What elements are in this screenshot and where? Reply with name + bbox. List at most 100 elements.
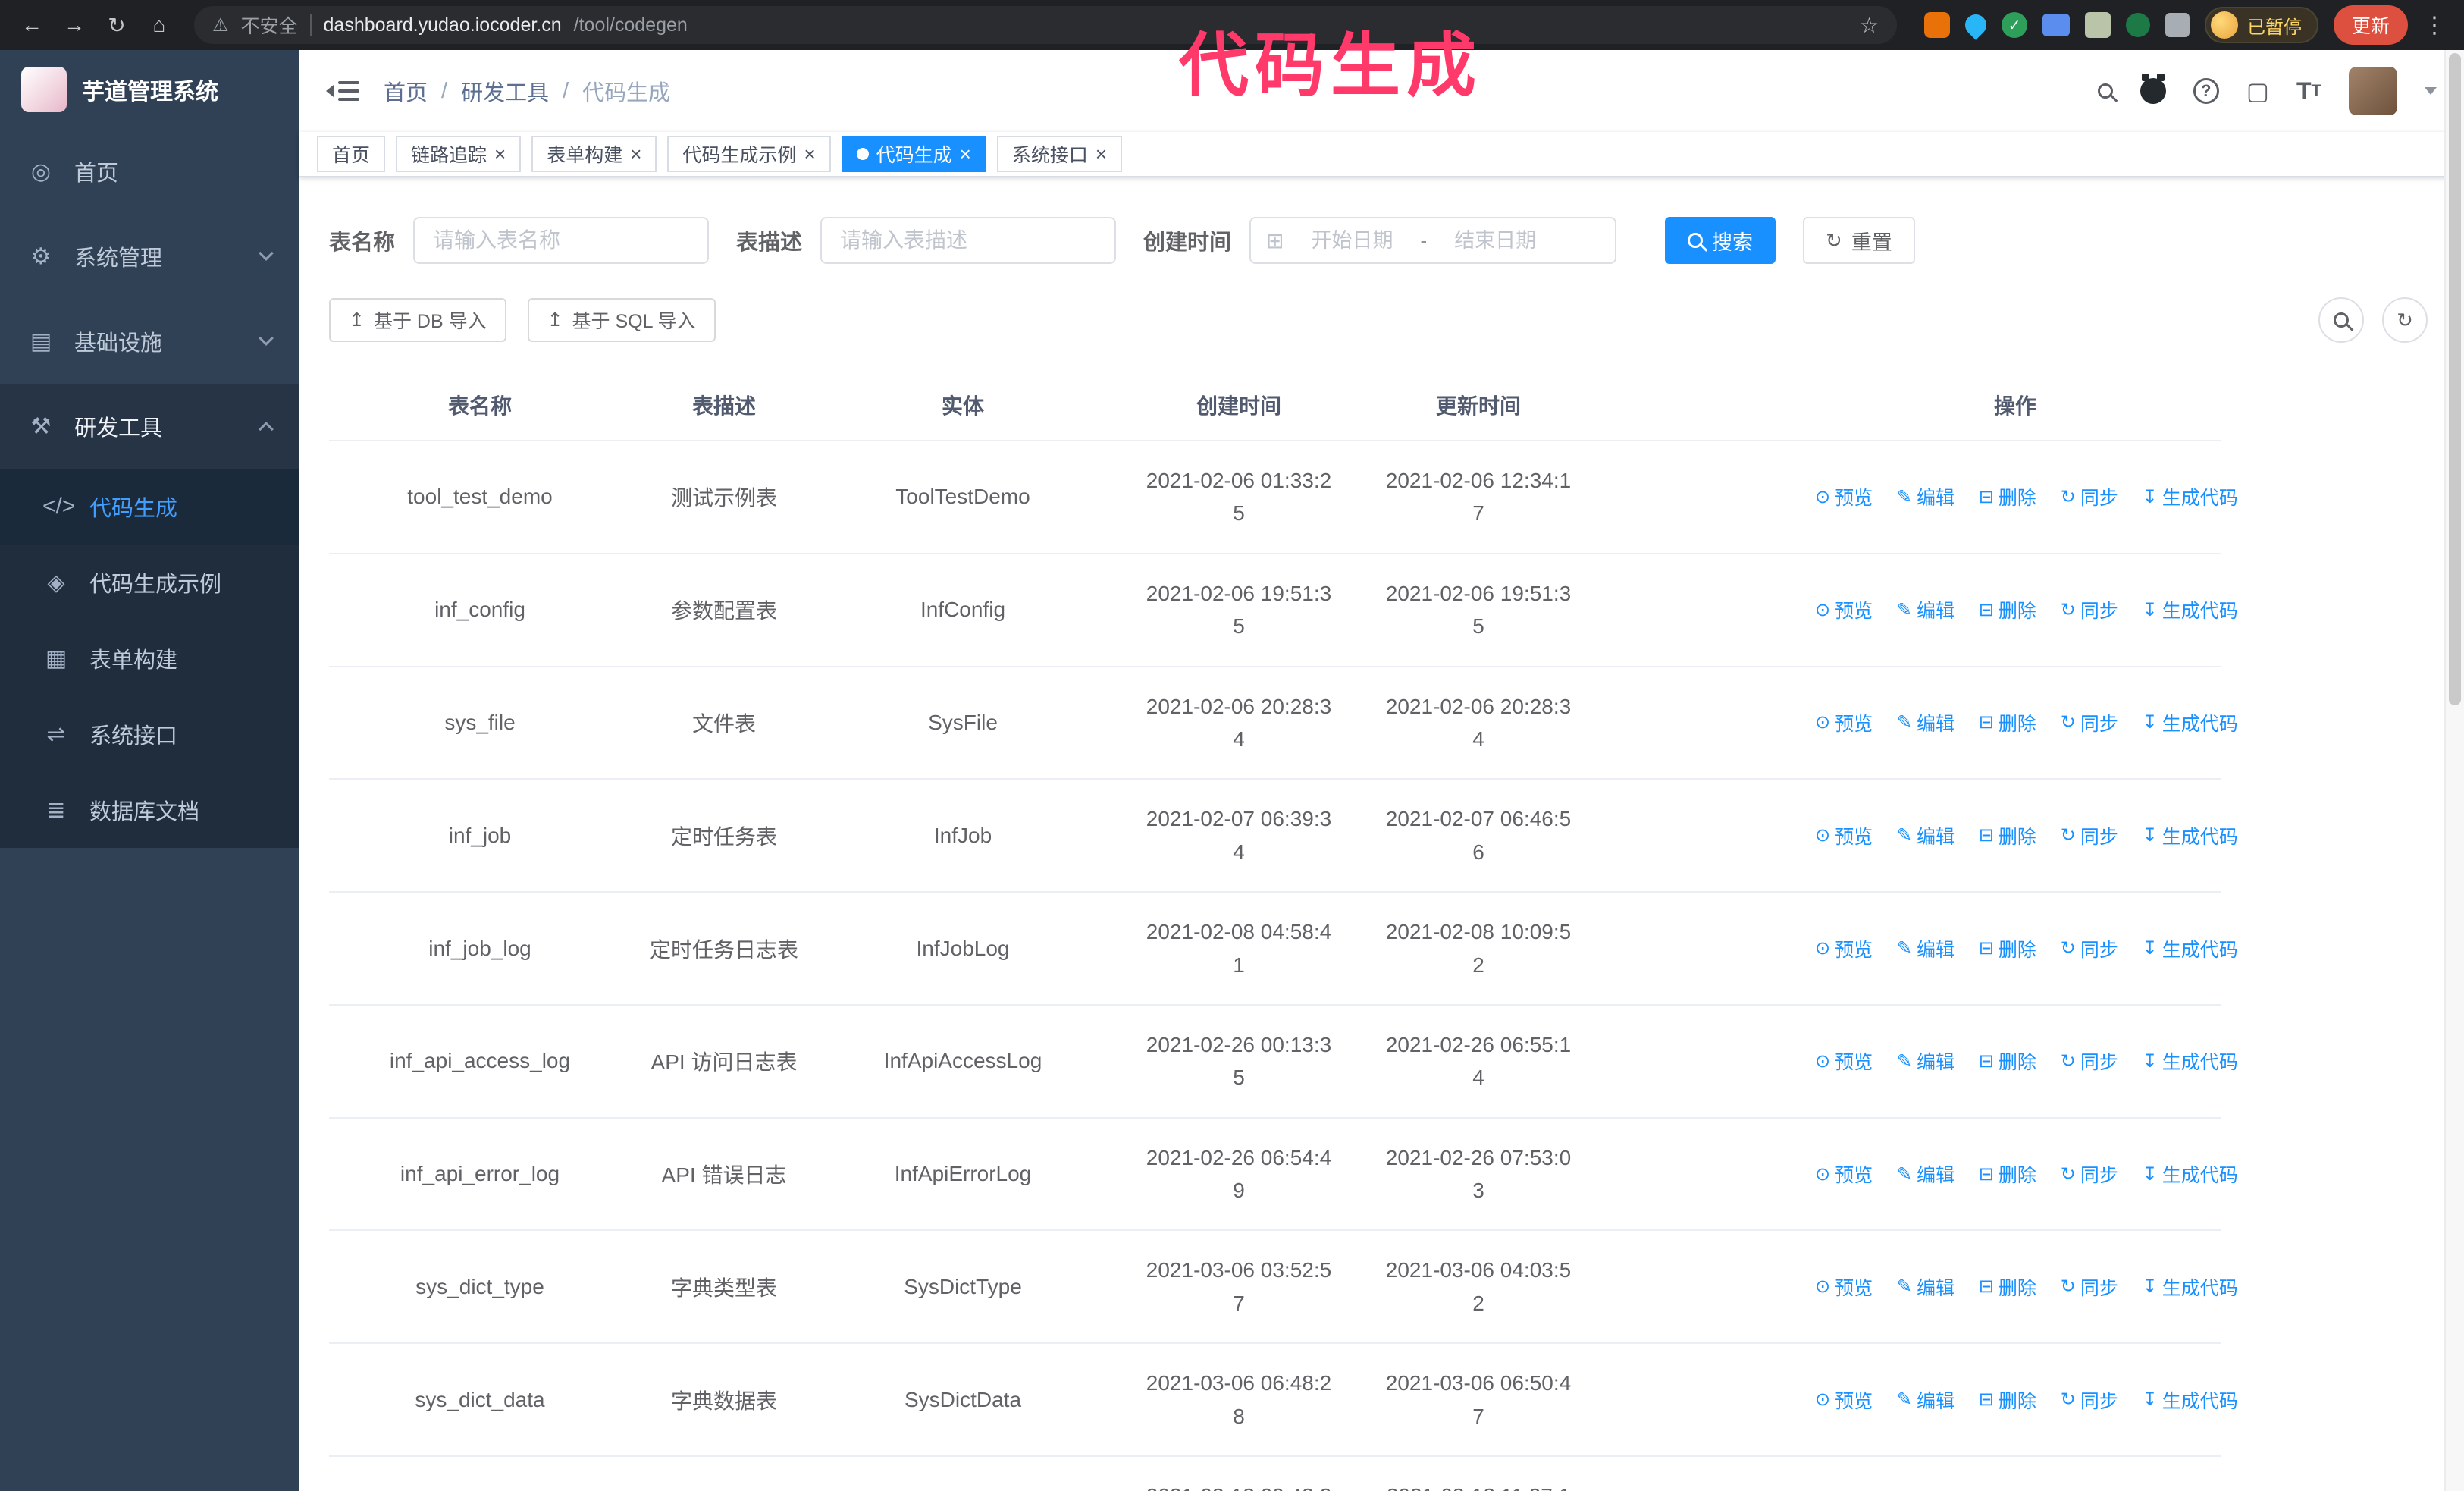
fullscreen-icon[interactable]: ▢ xyxy=(2246,77,2269,105)
generate-code-link[interactable]: ↧ 生成代码 xyxy=(2143,709,2238,736)
github-icon[interactable] xyxy=(2140,74,2166,104)
start-date-input[interactable] xyxy=(1291,228,1413,253)
tab-codegen[interactable]: 代码生成 × xyxy=(841,136,986,172)
window-scrollbar[interactable] xyxy=(2444,50,2464,1491)
extension-icon-6[interactable] xyxy=(2125,13,2150,37)
tab-home[interactable]: 首页 xyxy=(317,136,386,172)
breadcrumb-devtools[interactable]: 研发工具 xyxy=(461,75,549,107)
generate-code-link[interactable]: ↧ 生成代码 xyxy=(2143,1273,2238,1301)
browser-menu-icon[interactable]: ⋮ xyxy=(2423,12,2446,39)
sidebar-item-codegen[interactable]: </> 代码生成 xyxy=(0,469,299,545)
search-button[interactable]: 搜索 xyxy=(1665,217,1776,264)
preview-link[interactable]: ⊙ 预览 xyxy=(1815,935,1873,962)
sync-link[interactable]: ↻ 同步 xyxy=(2061,1160,2118,1188)
browser-home-icon[interactable]: ⌂ xyxy=(140,5,179,45)
edit-link[interactable]: ✎ 编辑 xyxy=(1897,1273,1955,1301)
generate-code-link[interactable]: ↧ 生成代码 xyxy=(2143,483,2238,510)
sidebar-item-codegen-demo[interactable]: ◈ 代码生成示例 xyxy=(0,545,299,620)
edit-link[interactable]: ✎ 编辑 xyxy=(1897,935,1955,962)
delete-link[interactable]: ⊟ 删除 xyxy=(1979,1160,2036,1188)
delete-link[interactable]: ⊟ 删除 xyxy=(1979,709,2036,736)
app-logo-row[interactable]: 芋道管理系统 xyxy=(0,50,299,129)
delete-link[interactable]: ⊟ 删除 xyxy=(1979,596,2036,623)
tab-tracing[interactable]: 链路追踪 × xyxy=(396,136,522,172)
edit-link[interactable]: ✎ 编辑 xyxy=(1897,1160,1955,1188)
breadcrumb-home[interactable]: 首页 xyxy=(384,75,428,107)
delete-link[interactable]: ⊟ 删除 xyxy=(1979,483,2036,510)
sync-link[interactable]: ↻ 同步 xyxy=(2061,1273,2118,1301)
preview-link[interactable]: ⊙ 预览 xyxy=(1815,1160,1873,1188)
preview-link[interactable]: ⊙ 预览 xyxy=(1815,1047,1873,1075)
extension-icon-5[interactable] xyxy=(2084,12,2111,38)
delete-link[interactable]: ⊟ 删除 xyxy=(1979,935,2036,962)
sidebar-item-infra[interactable]: ▤ 基础设施 xyxy=(0,299,299,384)
edit-link[interactable]: ✎ 编辑 xyxy=(1897,483,1955,510)
browser-update-button[interactable]: 更新 xyxy=(2333,5,2408,45)
generate-code-link[interactable]: ↧ 生成代码 xyxy=(2143,822,2238,849)
edit-link[interactable]: ✎ 编辑 xyxy=(1897,596,1955,623)
tab-form-builder[interactable]: 表单构建 × xyxy=(531,136,657,172)
browser-forward-icon[interactable]: → xyxy=(55,5,94,45)
edit-link[interactable]: ✎ 编辑 xyxy=(1897,709,1955,736)
generate-code-link[interactable]: ↧ 生成代码 xyxy=(2143,1160,2238,1188)
tab-api[interactable]: 系统接口 × xyxy=(996,136,1123,172)
preview-link[interactable]: ⊙ 预览 xyxy=(1815,483,1873,510)
edit-link[interactable]: ✎ 编辑 xyxy=(1897,1386,1955,1414)
collapse-sidebar-icon[interactable] xyxy=(326,81,359,101)
refresh-table-button[interactable]: ↻ xyxy=(2382,297,2428,343)
sync-link[interactable]: ↻ 同步 xyxy=(2061,1386,2118,1414)
preview-link[interactable]: ⊙ 预览 xyxy=(1815,709,1873,736)
font-size-icon[interactable]: TT xyxy=(2296,77,2321,105)
user-menu-caret-icon[interactable] xyxy=(2425,87,2437,95)
address-bar[interactable]: ⚠ 不安全 dashboard.yudao.iocoder.cn/tool/co… xyxy=(194,6,1897,44)
delete-link[interactable]: ⊟ 删除 xyxy=(1979,1386,2036,1414)
extension-icon-2[interactable] xyxy=(1961,10,1991,40)
generate-code-link[interactable]: ↧ 生成代码 xyxy=(2143,1386,2238,1414)
browser-reload-icon[interactable]: ↻ xyxy=(97,5,136,45)
generate-code-link[interactable]: ↧ 生成代码 xyxy=(2143,596,2238,623)
table-name-input[interactable] xyxy=(413,217,710,264)
extension-icon-4[interactable] xyxy=(2042,14,2070,36)
preview-link[interactable]: ⊙ 预览 xyxy=(1815,596,1873,623)
sidebar-item-system[interactable]: ⚙ 系统管理 xyxy=(0,214,299,299)
sidebar-item-devtools[interactable]: ⚒ 研发工具 xyxy=(0,384,299,469)
end-date-input[interactable] xyxy=(1434,228,1556,253)
generate-code-link[interactable]: ↧ 生成代码 xyxy=(2143,935,2238,962)
bookmark-star-icon[interactable]: ☆ xyxy=(1860,13,1879,38)
close-icon[interactable]: × xyxy=(494,144,506,164)
preview-link[interactable]: ⊙ 预览 xyxy=(1815,1273,1873,1301)
help-icon[interactable]: ? xyxy=(2193,78,2219,104)
extensions-puzzle-icon[interactable] xyxy=(2165,13,2190,37)
sync-link[interactable]: ↻ 同步 xyxy=(2061,822,2118,849)
security-warning-icon[interactable]: ⚠ xyxy=(212,14,229,36)
toggle-search-button[interactable] xyxy=(2318,297,2364,343)
sidebar-item-home[interactable]: ◎ 首页 xyxy=(0,129,299,214)
close-icon[interactable]: × xyxy=(1096,144,1107,164)
sync-link[interactable]: ↻ 同步 xyxy=(2061,709,2118,736)
scrollbar-thumb[interactable] xyxy=(2449,53,2461,705)
delete-link[interactable]: ⊟ 删除 xyxy=(1979,1273,2036,1301)
sync-link[interactable]: ↻ 同步 xyxy=(2061,1047,2118,1075)
preview-link[interactable]: ⊙ 预览 xyxy=(1815,822,1873,849)
table-desc-input[interactable] xyxy=(820,217,1117,264)
user-avatar[interactable] xyxy=(2349,67,2397,115)
tab-codegen-demo[interactable]: 代码生成示例 × xyxy=(667,136,831,172)
close-icon[interactable]: × xyxy=(630,144,641,164)
sync-link[interactable]: ↻ 同步 xyxy=(2061,596,2118,623)
extension-icon-1[interactable] xyxy=(1923,12,1950,38)
import-sql-button[interactable]: ↥ 基于 SQL 导入 xyxy=(527,298,716,342)
close-icon[interactable]: × xyxy=(804,144,815,164)
sidebar-item-db-doc[interactable]: ≣ 数据库文档 xyxy=(0,772,299,848)
delete-link[interactable]: ⊟ 删除 xyxy=(1979,822,2036,849)
sync-link[interactable]: ↻ 同步 xyxy=(2061,483,2118,510)
edit-link[interactable]: ✎ 编辑 xyxy=(1897,1047,1955,1075)
generate-code-link[interactable]: ↧ 生成代码 xyxy=(2143,1047,2238,1075)
edit-link[interactable]: ✎ 编辑 xyxy=(1897,822,1955,849)
browser-back-icon[interactable]: ← xyxy=(12,5,52,45)
sidebar-item-form-builder[interactable]: ▦ 表单构建 xyxy=(0,620,299,696)
search-icon[interactable] xyxy=(2097,83,2113,99)
preview-link[interactable]: ⊙ 预览 xyxy=(1815,1386,1873,1414)
import-db-button[interactable]: ↥ 基于 DB 导入 xyxy=(329,298,506,342)
close-icon[interactable]: × xyxy=(960,144,971,164)
extension-icon-3[interactable]: ✓ xyxy=(2001,12,2027,38)
